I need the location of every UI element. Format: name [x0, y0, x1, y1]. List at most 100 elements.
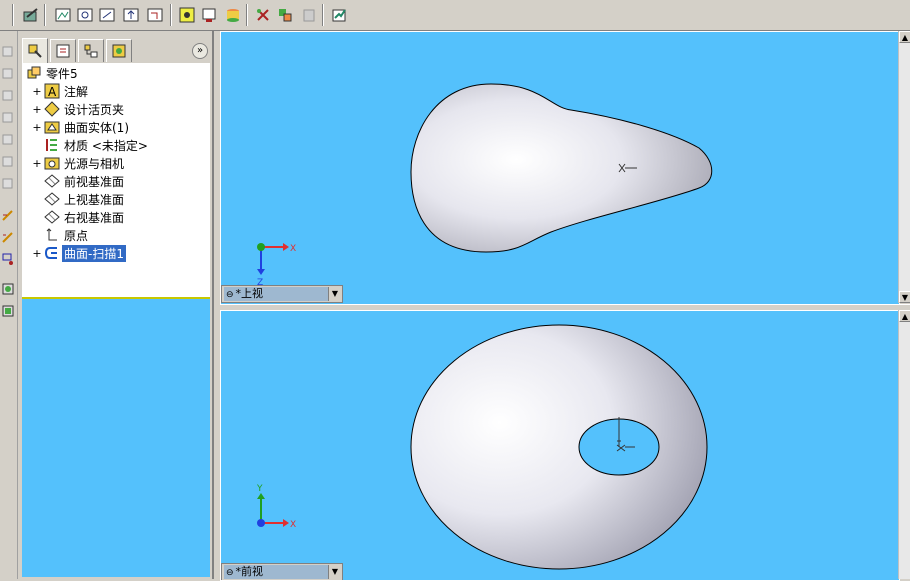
view-name-combo[interactable]: ⊖ *前视 ▼ [221, 563, 343, 580]
plane-icon [44, 173, 60, 189]
feature-manager-panel: » 零件5 + A 注解 + 设计活页夹 + 曲面实体(1) 材质 <未指定> … [20, 31, 214, 579]
tree-item-front-plane[interactable]: 前视基准面 [22, 172, 210, 190]
display-icon[interactable] [200, 6, 218, 24]
tree-item-label: 设计活页夹 [64, 103, 125, 117]
tree-item-annotations[interactable]: + A 注解 [22, 82, 210, 100]
property-manager-tab-icon[interactable] [50, 39, 76, 62]
axis-label-y: Y [256, 484, 263, 494]
left-tool-strip [0, 31, 18, 579]
view-name-label: *前视 [235, 565, 264, 578]
view-orientation-icon[interactable] [54, 6, 72, 24]
feature-tree-list: 零件5 + A 注解 + 设计活页夹 + 曲面实体(1) 材质 <未指定> + … [22, 63, 210, 299]
tree-item-origin[interactable]: 原点 [22, 226, 210, 244]
tree-item-lights-cameras[interactable]: + 光源与相机 [22, 154, 210, 172]
design-binder-icon [44, 101, 60, 117]
tree-item-label: 上视基准面 [64, 193, 125, 207]
appearance-icon[interactable] [224, 6, 242, 24]
box-tool-icon[interactable] [0, 65, 15, 81]
box-tool-icon[interactable] [0, 109, 15, 125]
link-views-icon: ⊖ [226, 290, 234, 300]
disabled-paste-icon [300, 6, 318, 24]
tree-item-label: 右视基准面 [64, 211, 125, 225]
toolbar-separator [12, 4, 14, 26]
zoom-to-fit-icon[interactable] [76, 6, 94, 24]
zoom-area-icon[interactable] [98, 6, 116, 24]
configuration-manager-tab-icon[interactable] [78, 39, 104, 62]
scroll-down-arrow-icon[interactable]: ▼ [899, 291, 910, 303]
scroll-up-arrow-icon[interactable]: ▲ [899, 310, 910, 322]
edit-sketch-icon[interactable] [22, 6, 40, 24]
expand-plus-icon[interactable]: + [32, 247, 42, 260]
section-view-icon[interactable] [178, 6, 196, 24]
view-name-combo[interactable]: ⊖ *上视 ▼ [221, 285, 343, 303]
tree-item-material[interactable]: 材质 <未指定> [22, 136, 210, 154]
sketch-pencil-icon[interactable] [0, 207, 15, 223]
toolbar-separator [322, 4, 324, 26]
scroll-up-arrow-icon[interactable]: ▲ [899, 31, 910, 43]
feature-tree: 零件5 + A 注解 + 设计活页夹 + 曲面实体(1) 材质 <未指定> + … [22, 63, 210, 577]
tree-root-label: 零件5 [46, 67, 78, 81]
tree-item-label: 注解 [64, 85, 89, 99]
box-tool-icon[interactable] [0, 175, 15, 191]
tree-item-design-binder[interactable]: + 设计活页夹 [22, 100, 210, 118]
tree-item-label: 材质 <未指定> [64, 139, 148, 153]
tree-item-label: 前视基准面 [64, 175, 125, 189]
axis-label-x: X [290, 520, 296, 530]
feature-manager-tab-icon[interactable] [22, 38, 48, 63]
tree-item-top-plane[interactable]: 上视基准面 [22, 190, 210, 208]
tree-item-right-plane[interactable]: 右视基准面 [22, 208, 210, 226]
part-icon [26, 65, 42, 81]
dropdown-arrow-icon[interactable]: ▼ [328, 287, 341, 301]
expand-plus-icon[interactable]: + [32, 121, 42, 134]
view-name-field[interactable]: ⊖ *前视 [224, 565, 330, 579]
main-toolbar [0, 0, 910, 31]
material-icon [44, 137, 60, 153]
expand-plus-icon[interactable]: + [32, 85, 42, 98]
front-view-viewport[interactable]: X Y ⊖ *前视 ▼ [220, 310, 900, 581]
panel-tabs: » [20, 38, 212, 63]
dropdown-arrow-icon[interactable]: ▼ [328, 565, 341, 579]
tree-item-label: 原点 [64, 229, 89, 243]
previous-view-icon[interactable] [146, 6, 164, 24]
link-views-icon: ⊖ [226, 568, 234, 578]
svg-text:A: A [48, 85, 57, 99]
front-view-scrollbar[interactable]: ▲ [898, 310, 910, 579]
dimension-icon[interactable] [0, 303, 15, 319]
box-tool-icon[interactable] [0, 153, 15, 169]
toolbar-separator [44, 4, 46, 26]
top-view-scrollbar[interactable]: ▲ ▼ [898, 31, 910, 303]
zoom-in-out-icon[interactable] [122, 6, 140, 24]
view-name-field[interactable]: ⊖ *上视 [224, 287, 330, 301]
expand-plus-icon[interactable]: + [32, 103, 42, 116]
view-name-label: *上视 [235, 287, 264, 300]
options-icon[interactable] [276, 6, 294, 24]
display-manager-tab-icon[interactable] [106, 39, 132, 62]
toolbar-separator [170, 4, 172, 26]
tree-item-label: 曲面-扫描1 [62, 245, 126, 262]
tree-item-label: 光源与相机 [64, 157, 125, 171]
rebuild-icon[interactable] [254, 6, 272, 24]
plane-icon [44, 209, 60, 225]
annotations-icon: A [44, 83, 60, 99]
toolbar-separator [246, 4, 248, 26]
expand-panel-button[interactable]: » [192, 43, 208, 59]
sketch-pencil-icon[interactable] [0, 229, 15, 245]
box-tool-icon[interactable] [0, 87, 15, 103]
axis-label-x: X [290, 244, 296, 254]
dimension-icon[interactable] [0, 281, 15, 297]
tree-item-surface-sweep[interactable]: + 曲面-扫描1 [22, 244, 210, 262]
surface-bodies-folder-icon [44, 119, 60, 135]
origin-icon [44, 227, 60, 243]
properties-icon[interactable] [330, 6, 348, 24]
box-tool-icon[interactable] [0, 43, 15, 59]
surface-sweep-icon [44, 245, 60, 261]
top-view-viewport[interactable]: X Z ⊖ *上视 ▼ [220, 31, 900, 305]
lights-cameras-icon [44, 155, 60, 171]
relation-icon[interactable] [0, 251, 15, 267]
tree-item-surface-bodies[interactable]: + 曲面实体(1) [22, 118, 210, 136]
expand-plus-icon[interactable]: + [32, 157, 42, 170]
plane-icon [44, 191, 60, 207]
box-tool-icon[interactable] [0, 131, 15, 147]
tree-item-label: 曲面实体(1) [64, 121, 129, 135]
tree-root-part[interactable]: 零件5 [22, 64, 210, 82]
